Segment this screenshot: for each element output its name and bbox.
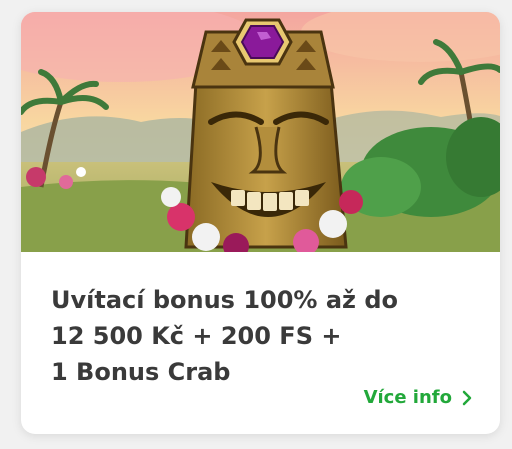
promo-title: Uvítací bonus 100% až do 12 500 Kč + 200… [51,282,471,390]
promo-title-line: 1 Bonus Crab [51,358,231,386]
promo-content: Uvítací bonus 100% až do 12 500 Kč + 200… [51,282,471,390]
promo-card[interactable]: Uvítací bonus 100% až do 12 500 Kč + 200… [21,12,500,434]
more-info-link[interactable]: Více info [364,387,472,408]
promo-title-line: Uvítací bonus 100% až do [51,286,399,314]
promo-image [21,12,500,252]
more-info-label: Více info [363,387,452,408]
chevron-right-icon [462,390,472,405]
promo-title-line: 12 500 Kč + 200 FS + [51,322,342,350]
